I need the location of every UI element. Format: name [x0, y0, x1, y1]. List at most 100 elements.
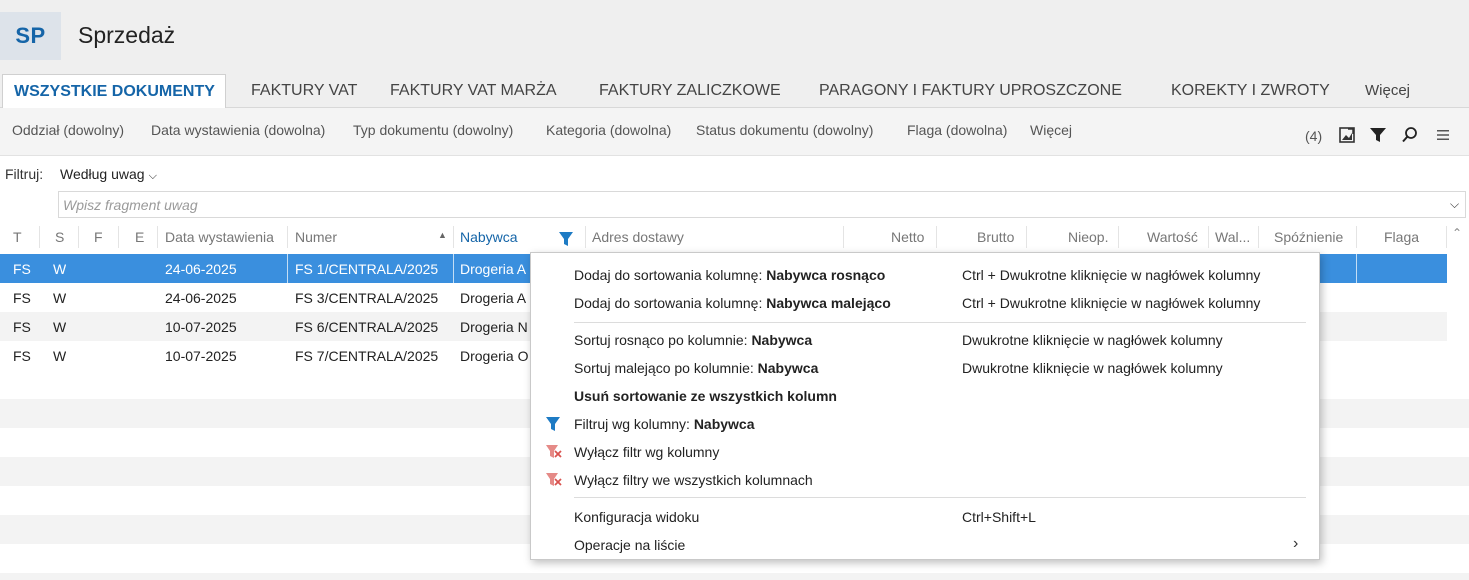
cell-buyer: Drogeria O [460, 348, 529, 364]
col-divider [936, 226, 937, 248]
column-filter-icon[interactable] [558, 231, 574, 252]
cell-type: FS [13, 319, 31, 335]
cell-status: W [53, 319, 67, 335]
menu-item-label: Wyłącz filtr wg kolumny [574, 444, 720, 460]
tab-receipts-simplified[interactable]: PARAGONY I FAKTURY UPROSZCZONE [819, 74, 1122, 108]
tab-vat-invoices[interactable]: FAKTURY VAT [251, 74, 357, 108]
col-header-gross[interactable]: Brutto [977, 229, 1014, 245]
cell-number: FS 3/CENTRALA/2025 [295, 290, 439, 306]
col-header-delivery-address[interactable]: Adres dostawy [592, 229, 684, 245]
cell-divider [453, 254, 454, 283]
col-header-flag[interactable]: Flaga [1384, 229, 1419, 245]
filter-icon[interactable] [1368, 125, 1388, 145]
export-icon[interactable] [1337, 125, 1357, 145]
menu-item-label: Sortuj malejąco po kolumnie: Nabywca [574, 360, 819, 376]
menu-item-shortcut: Ctrl + Dwukrotne kliknięcie w nagłówek k… [962, 267, 1261, 283]
tab-vat-margin-invoices[interactable]: FAKTURY VAT MARŻA [390, 74, 557, 108]
tab-advance-invoices[interactable]: FAKTURY ZALICZKOWE [599, 74, 781, 108]
col-header-buyer[interactable]: Nabywca [460, 229, 518, 245]
search-icon[interactable] [1400, 125, 1420, 145]
menu-item-label: Dodaj do sortowania kolumnę: Nabywca mal… [574, 295, 891, 311]
cell-divider [1356, 254, 1357, 283]
filter-more[interactable]: Więcej [1030, 122, 1072, 138]
cell-issue-date: 24-06-2025 [165, 290, 237, 306]
cell-status: W [53, 348, 67, 364]
filter-remove-icon [545, 444, 563, 462]
cell-buyer: Drogeria N [460, 319, 528, 335]
col-header-e[interactable]: E [135, 229, 144, 245]
cell-status: W [53, 261, 67, 277]
menu-item-disable-all-filters[interactable]: Wyłącz filtry we wszystkich kolumnach [531, 466, 1319, 494]
cell-type: FS [13, 261, 31, 277]
record-count: (4) [1305, 128, 1323, 144]
col-header-number[interactable]: Numer [295, 229, 337, 245]
tab-corrections-returns[interactable]: KOREKTY I ZWROTY [1171, 74, 1330, 108]
col-header-net[interactable]: Netto [891, 229, 924, 245]
cell-buyer: Drogeria A [460, 261, 527, 277]
menu-separator [574, 322, 1306, 323]
app-badge: SP [0, 12, 61, 60]
col-divider [453, 226, 454, 248]
cell-buyer: Drogeria A [460, 290, 527, 306]
cell-type: FS [13, 290, 31, 306]
cell-status: W [53, 290, 67, 306]
filter-document-status[interactable]: Status dokumentu (dowolny) [696, 122, 873, 138]
col-divider [1026, 226, 1027, 248]
chevron-down-icon: ⌵ [148, 170, 157, 182]
cell-number: FS 6/CENTRALA/2025 [295, 319, 439, 335]
col-divider [843, 226, 844, 248]
menu-item-label: Wyłącz filtry we wszystkich kolumnach [574, 472, 813, 488]
filter-flag[interactable]: Flaga (dowolna) [907, 122, 1007, 138]
filter-document-type[interactable]: Typ dokumentu (dowolny) [353, 122, 513, 138]
col-header-f[interactable]: F [94, 229, 103, 245]
col-divider [287, 226, 288, 248]
cell-divider [287, 254, 288, 283]
tab-all-documents[interactable]: WSZYSTKIE DOKUMENTY [2, 74, 226, 109]
menu-item-sort-asc[interactable]: Sortuj rosnąco po kolumnie: Nabywca Dwuk… [531, 326, 1319, 354]
menu-item-sort-desc[interactable]: Sortuj malejąco po kolumnie: Nabywca Dwu… [531, 354, 1319, 382]
menu-separator [574, 497, 1306, 498]
filter-mode-select[interactable]: Według uwag ⌵ [60, 166, 157, 183]
filter-label: Filtruj: [5, 166, 44, 182]
col-header-delay[interactable]: Spóźnienie [1274, 229, 1343, 245]
col-header-s[interactable]: S [55, 229, 64, 245]
menu-item-add-sort-asc[interactable]: Dodaj do sortowania kolumnę: Nabywca ros… [531, 261, 1319, 289]
filter-remove-all-icon [545, 472, 563, 490]
menu-item-label: Konfiguracja widoku [574, 509, 700, 525]
menu-item-view-configuration[interactable]: Konfiguracja widoku Ctrl+Shift+L [531, 503, 1319, 531]
notes-search-input[interactable] [58, 191, 1466, 218]
empty-row [0, 573, 1469, 580]
menu-item-list-operations[interactable]: Operacje na liście › [531, 531, 1319, 559]
app-header: SP Sprzedaż [0, 0, 1469, 72]
col-divider [78, 226, 79, 248]
col-header-issue-date[interactable]: Data wystawienia [165, 229, 274, 245]
tab-more[interactable]: Więcej [1365, 74, 1410, 108]
chevron-right-icon: › [1293, 535, 1299, 552]
menu-item-shortcut: Dwukrotne kliknięcie w nagłówek kolumny [962, 360, 1223, 376]
menu-item-shortcut: Ctrl+Shift+L [962, 509, 1036, 525]
filter-issue-date[interactable]: Data wystawienia (dowolna) [151, 122, 325, 138]
col-divider [1118, 226, 1119, 248]
col-header-unpaid[interactable]: Nieop. [1068, 229, 1108, 245]
filter-branch[interactable]: Oddział (dowolny) [12, 122, 124, 138]
menu-item-add-sort-desc[interactable]: Dodaj do sortowania kolumnę: Nabywca mal… [531, 289, 1319, 317]
filter-mode-value: Według uwag [60, 166, 145, 182]
filter-category[interactable]: Kategoria (dowolna) [546, 122, 671, 138]
menu-item-filter-by-column[interactable]: Filtruj wg kolumny: Nabywca [531, 410, 1319, 438]
scroll-up-arrow[interactable]: ⌃ [1452, 226, 1462, 240]
menu-icon[interactable] [1433, 125, 1453, 145]
menu-item-disable-column-filter[interactable]: Wyłącz filtr wg kolumny [531, 438, 1319, 466]
col-divider [118, 226, 119, 248]
col-header-currency[interactable]: Wal... [1215, 229, 1250, 245]
col-divider [1258, 226, 1259, 248]
menu-item-clear-sorting[interactable]: Usuń sortowanie ze wszystkich kolumn [531, 382, 1319, 410]
chevron-down-icon[interactable]: ⌵ [1450, 197, 1459, 212]
col-header-t[interactable]: T [13, 229, 22, 245]
menu-item-shortcut: Ctrl + Dwukrotne kliknięcie w nagłówek k… [962, 295, 1261, 311]
sort-asc-icon: ▲ [438, 230, 447, 240]
menu-item-label: Filtruj wg kolumny: Nabywca [574, 416, 755, 432]
col-header-value[interactable]: Wartość [1147, 229, 1198, 245]
column-context-menu: Dodaj do sortowania kolumnę: Nabywca ros… [530, 252, 1320, 560]
col-divider [39, 226, 40, 248]
filter-icon [545, 416, 563, 434]
